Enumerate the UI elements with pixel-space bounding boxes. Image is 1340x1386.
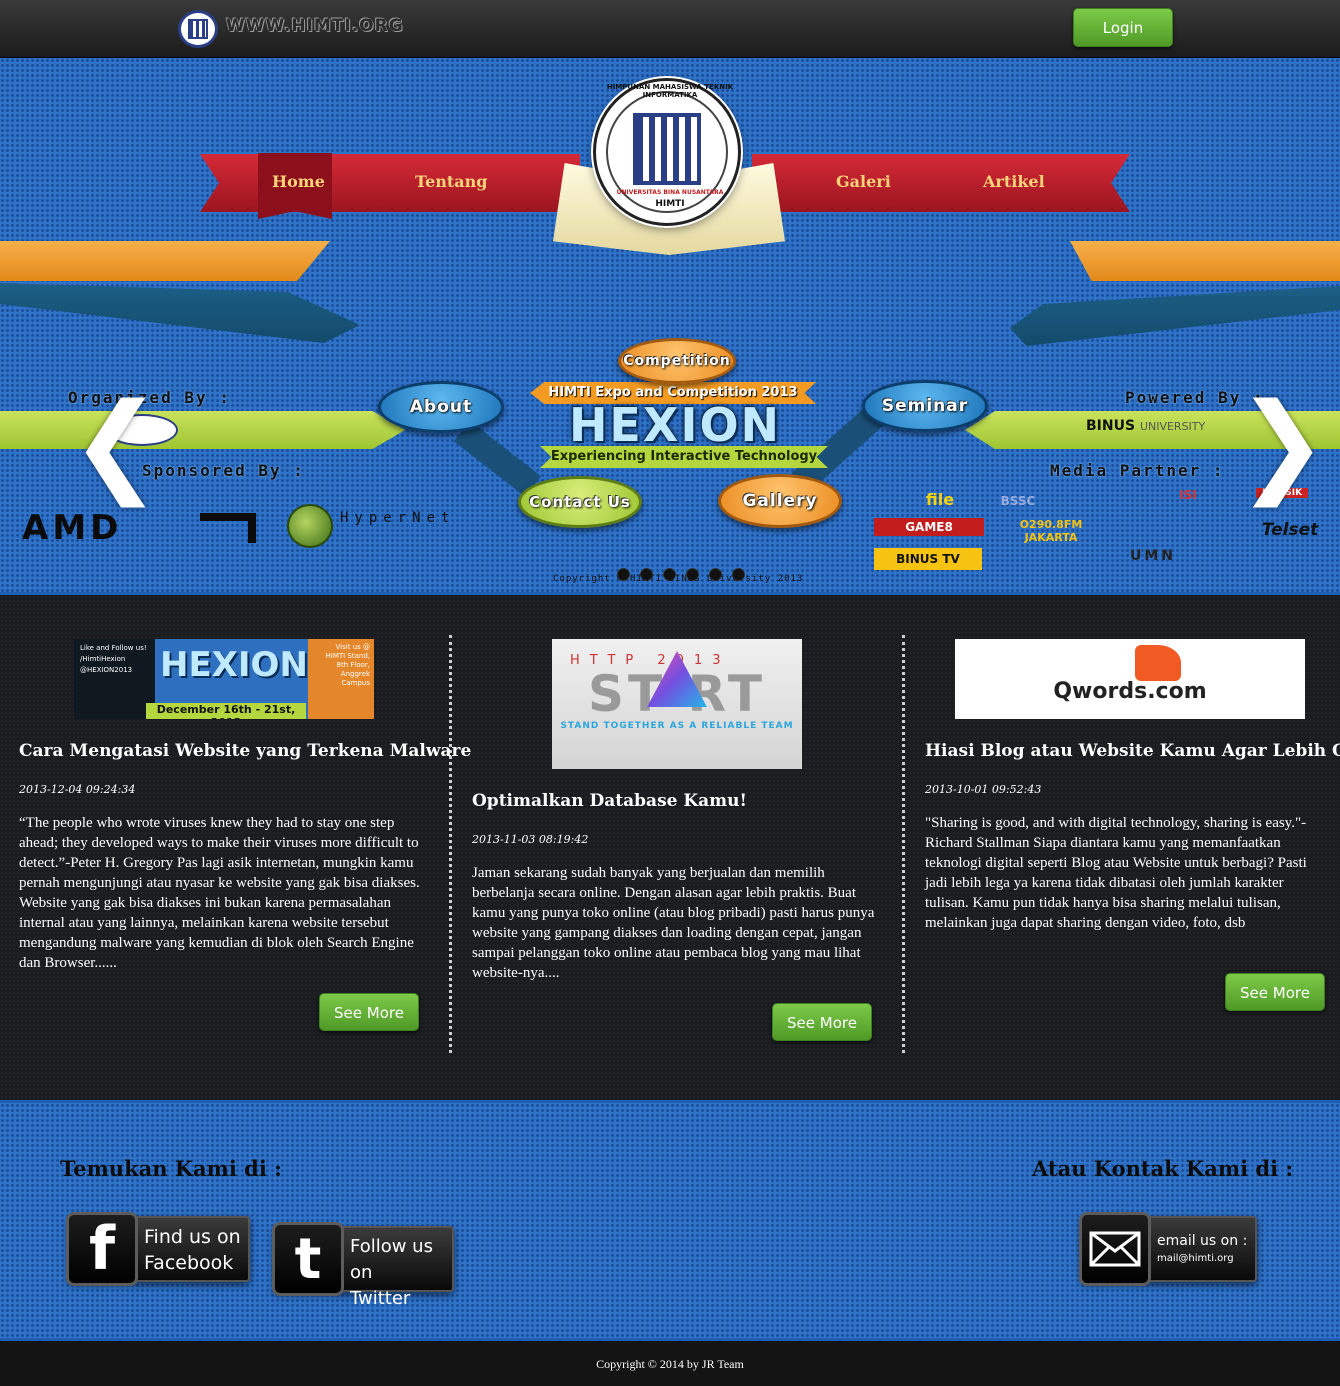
himti-logo-icon[interactable]	[178, 10, 218, 48]
media-partner-label: Media Partner :	[1050, 461, 1225, 480]
contact-us-heading: Atau Kontak Kami di :	[1032, 1156, 1294, 1181]
event-title[interactable]: HEXION	[548, 398, 802, 452]
article-excerpt: Jaman sekarang sudah banyak yang berjual…	[472, 865, 875, 981]
amd-sponsor-logo: AMD	[22, 508, 123, 548]
twitter-label: Follow us on Twitter	[350, 1236, 433, 1309]
carousel-prev-arrow[interactable]: ❮	[70, 388, 162, 498]
article-title[interactable]: Hiasi Blog atau Website Kamu Agar Lebih …	[925, 741, 1340, 761]
thumb-title: Qwords.com	[1053, 679, 1207, 704]
site-url[interactable]: WWW.HIMTI.ORG	[226, 16, 404, 36]
thumb-date: December 16th - 21st, 2013	[146, 703, 306, 719]
nav-artikel[interactable]: Artikel	[983, 172, 1045, 191]
sponsored-by-label: Sponsored By :	[142, 461, 305, 480]
see-more-button[interactable]: See More	[319, 993, 419, 1031]
login-button[interactable]: Login	[1073, 8, 1173, 47]
event-tagline: Experiencing Interactive Technology	[540, 446, 828, 468]
articles-section: Like and Follow us! /HimtiHexion @HEXION…	[0, 592, 1340, 1100]
nav-galeri[interactable]: Galeri	[836, 172, 891, 191]
qwords-logo-icon	[1135, 645, 1181, 681]
see-more-button[interactable]: See More	[1225, 973, 1325, 1011]
thumb-social-text: Like and Follow us! /HimtiHexion @HEXION…	[80, 644, 147, 674]
email-label: email us on : mail@himti.org	[1157, 1233, 1248, 1264]
contact-section: Temukan Kami di : Atau Kontak Kami di : …	[0, 1100, 1340, 1338]
decor-arrow-teal-right	[1010, 286, 1340, 346]
decor-arrow-orange-left	[0, 241, 330, 281]
nav-tentang[interactable]: Tentang	[415, 172, 487, 191]
article-title[interactable]: Optimalkan Database Kamu!	[472, 791, 747, 811]
hypernet-logo-icon	[287, 504, 333, 548]
article-thumbnail[interactable]: Qwords.com	[955, 639, 1305, 719]
envelope-icon	[1079, 1212, 1151, 1286]
about-bubble[interactable]: About	[378, 381, 504, 433]
seal-top-text: HIMPUNAN MAHASISWA TEKNIK INFORMATIKA	[606, 83, 734, 99]
connector-about	[453, 420, 541, 497]
article-thumbnail[interactable]: HTTP 2013 ST RT STAND TOGETHER AS A RELI…	[552, 639, 802, 769]
competition-bubble[interactable]: Competition	[618, 338, 736, 384]
footer: Copyright © 2014 by JR Team	[0, 1338, 1340, 1386]
article-title[interactable]: Cara Mengatasi Website yang Terkena Malw…	[19, 741, 471, 761]
top-bar: WWW.HIMTI.ORG Login	[0, 0, 1340, 58]
thumb-title: HEXION	[160, 645, 308, 685]
thumb-visit-text: Visit us @ HIMTI Stand, 8th Floor, Anggr…	[325, 643, 370, 687]
thumb-tagline: STAND TOGETHER AS A RELIABLE TEAM	[560, 721, 794, 731]
nav-ribbon-right	[752, 154, 1130, 212]
binus-logo: BINUS UNIVERSITY	[1086, 418, 1206, 434]
media-partner-game8: GAME8	[874, 518, 984, 536]
hypernet-sponsor-logo: HyperNet	[340, 510, 456, 526]
media-partner-telset: Telset	[1261, 520, 1319, 540]
facebook-icon: f	[66, 1212, 138, 1286]
nav-home[interactable]: Home	[272, 172, 325, 191]
media-partner-isi: ISI	[1179, 488, 1197, 502]
contact-us-bubble[interactable]: Contact Us	[518, 476, 642, 528]
media-partner-binustv: BINUS TV	[874, 548, 982, 570]
media-partner-bssc: BSSC	[1000, 494, 1036, 508]
article-excerpt: “The people who wrote viruses knew they …	[19, 815, 420, 971]
article-date: 2013-12-04 09:24:34	[19, 783, 136, 796]
article-date: 2013-10-01 09:52:43	[925, 783, 1042, 796]
find-us-heading: Temukan Kami di :	[60, 1156, 282, 1181]
hero-banner: Home Tentang Galeri Artikel HIMPUNAN MAH…	[0, 58, 1340, 592]
media-partner-file: file	[925, 490, 955, 509]
amd-arrow-icon	[200, 513, 256, 543]
email-button[interactable]: email us on : mail@himti.org	[1079, 1212, 1257, 1286]
seal-side-text: UNIVERSITAS BINA NUSANTARA	[616, 189, 724, 196]
article-date: 2013-11-03 08:19:42	[472, 833, 589, 846]
seminar-bubble[interactable]: Seminar	[862, 380, 988, 432]
banner-copyright: Copyright © HIMTI BINUS University 2013	[553, 574, 804, 584]
column-divider	[902, 635, 905, 1053]
decor-arrow-orange-right	[1070, 241, 1340, 281]
see-more-button[interactable]: See More	[772, 1003, 872, 1041]
twitter-button[interactable]: t Follow us on Twitter	[272, 1222, 454, 1309]
himti-emblem-icon	[633, 113, 701, 185]
twitter-icon: t	[272, 1222, 344, 1296]
media-partner-umn: UMN	[1129, 548, 1177, 564]
column-divider	[449, 635, 452, 1053]
himti-seal-logo: HIMPUNAN MAHASISWA TEKNIK INFORMATIKA UN…	[593, 78, 741, 226]
seal-bottom-text: HIMTI	[655, 199, 685, 209]
decor-band-lime-left	[0, 411, 405, 449]
footer-copyright: Copyright © 2014 by JR Team	[596, 1357, 744, 1371]
decor-arrow-teal-left	[0, 283, 360, 343]
carousel-next-arrow[interactable]: ❯	[1236, 388, 1328, 498]
article-excerpt: "Sharing is good, and with digital techn…	[925, 815, 1307, 931]
facebook-button[interactable]: f Find us on Facebook	[66, 1212, 250, 1286]
nav-ribbon-left	[200, 154, 580, 212]
gallery-bubble[interactable]: Gallery	[718, 474, 842, 528]
article-thumbnail[interactable]: Like and Follow us! /HimtiHexion @HEXION…	[74, 639, 374, 719]
facebook-label: Find us on Facebook	[144, 1226, 241, 1274]
media-partner-radio: O290.8FM JAKARTA	[1019, 518, 1083, 544]
